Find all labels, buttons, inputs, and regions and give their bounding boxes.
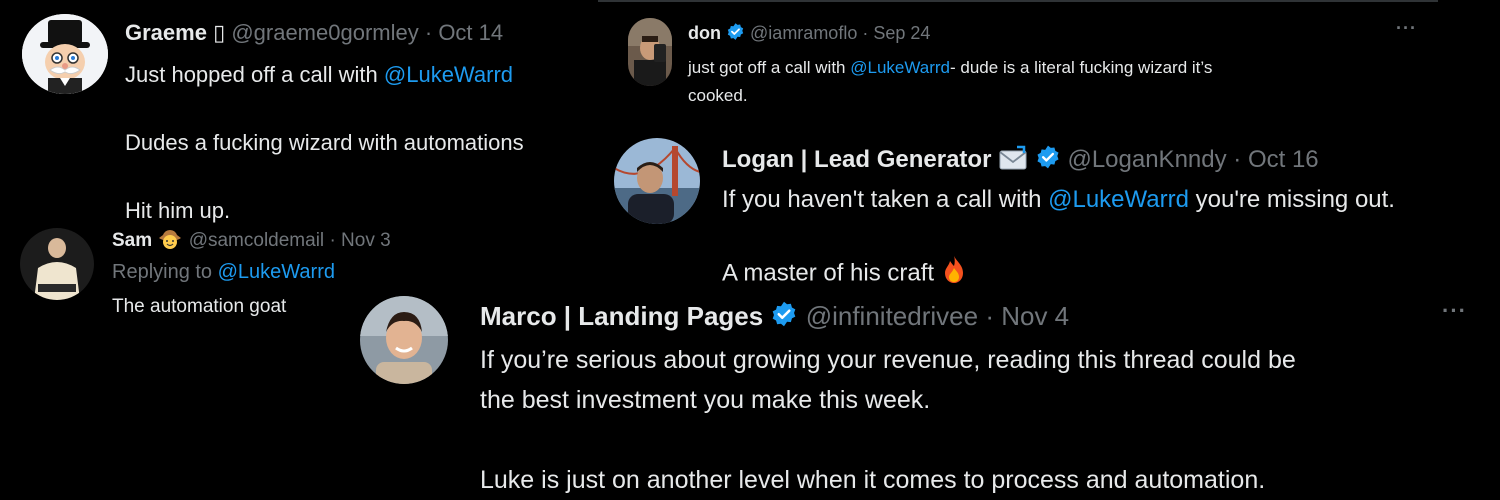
cowboy-emoji-icon bbox=[157, 229, 183, 255]
tweet-body: If you haven't taken a call with @LukeWa… bbox=[722, 182, 1395, 295]
handle[interactable]: @iamramoflo bbox=[750, 23, 857, 43]
tweet-text-line: Hit him up. bbox=[125, 198, 231, 223]
handle[interactable]: @LoganKnndy bbox=[1067, 146, 1226, 173]
monopoly-man-icon bbox=[22, 14, 108, 94]
avatar[interactable] bbox=[22, 14, 108, 94]
timestamp[interactable]: Oct 16 bbox=[1248, 146, 1319, 173]
tweet-text-line: If you’re serious about growing your rev… bbox=[480, 346, 1296, 374]
display-name[interactable]: Marco | Landing Pages bbox=[480, 301, 763, 331]
replying-to-link[interactable]: @LukeWarrd bbox=[218, 261, 335, 283]
separator: · bbox=[329, 230, 336, 252]
separator: · bbox=[1233, 146, 1242, 174]
tweet-header: Sam @samcoldemail · Nov 3 bbox=[112, 229, 391, 255]
avatar[interactable] bbox=[614, 138, 700, 224]
mention-link[interactable]: @LukeWarrd bbox=[1048, 186, 1189, 213]
avatar[interactable] bbox=[20, 228, 94, 300]
name-glyph: ▯ bbox=[213, 20, 226, 45]
mention-link[interactable]: @LukeWarrd bbox=[384, 62, 513, 87]
separator: · bbox=[424, 20, 433, 45]
display-name[interactable]: Graeme bbox=[125, 20, 207, 45]
mention-link[interactable]: @LukeWarrd bbox=[850, 58, 950, 77]
tweet-header: Logan | Lead Generator @LoganKnndy · Oct… bbox=[722, 144, 1319, 178]
tweet-text-line: the best investment you make this week. bbox=[480, 386, 931, 414]
tweet-header: Marco | Landing Pages @infinitedrivee · … bbox=[480, 300, 1069, 335]
tweet-text-line: Luke is just on another level when it co… bbox=[480, 466, 1266, 494]
tweet-card-graeme: Graeme ▯ @graeme0gormley · Oct 14 Just h… bbox=[0, 0, 600, 230]
verified-badge-icon bbox=[770, 300, 798, 335]
tweet-body: just got off a call with @LukeWarrd- dud… bbox=[688, 54, 1212, 110]
tweet-text-line: cooked. bbox=[688, 86, 748, 105]
timestamp[interactable]: Nov 4 bbox=[1001, 301, 1069, 331]
separator: · bbox=[985, 300, 994, 331]
avatar[interactable] bbox=[360, 296, 448, 384]
smiling-man-avatar-icon bbox=[360, 296, 448, 384]
display-name[interactable]: don bbox=[688, 23, 721, 43]
avatar[interactable] bbox=[628, 18, 672, 86]
tweet-card-don: don @iamramoflo · Sep 24 ··· just got of… bbox=[598, 0, 1438, 118]
tweet-card-marco: Marco | Landing Pages @infinitedrivee · … bbox=[340, 290, 1500, 500]
verified-badge-icon bbox=[726, 22, 745, 46]
envelope-icon bbox=[998, 145, 1028, 178]
handle[interactable]: @samcoldemail bbox=[189, 230, 324, 251]
more-options-icon[interactable]: ··· bbox=[1442, 298, 1467, 324]
separator: · bbox=[862, 22, 869, 43]
verified-badge-icon bbox=[1035, 144, 1061, 177]
divider bbox=[598, 0, 1438, 2]
tweet-text-line: A master of his craft bbox=[722, 254, 1395, 295]
display-name[interactable]: Logan | Lead Generator bbox=[722, 146, 991, 173]
more-options-icon[interactable]: ··· bbox=[1396, 18, 1417, 39]
handle[interactable]: @graeme0gormley bbox=[231, 20, 418, 45]
display-name[interactable]: Sam bbox=[112, 230, 152, 251]
selfie-avatar-icon bbox=[628, 18, 672, 86]
timestamp[interactable]: Sep 24 bbox=[873, 23, 930, 43]
fire-icon bbox=[941, 254, 967, 295]
timestamp[interactable]: Nov 3 bbox=[341, 230, 391, 251]
handle[interactable]: @infinitedrivee bbox=[806, 301, 978, 331]
person-avatar-icon bbox=[20, 228, 94, 300]
tweet-text-line: The automation goat bbox=[112, 296, 287, 317]
tweet-body: The automation goat bbox=[112, 294, 286, 320]
tweet-text-line: Dudes a fucking wizard with automations bbox=[125, 130, 524, 155]
replying-to: Replying to @LukeWarrd bbox=[112, 261, 335, 283]
tweet-header: don @iamramoflo · Sep 24 bbox=[688, 22, 930, 46]
tweet-text-line: Just hopped off a call with @LukeWarrd bbox=[125, 62, 514, 87]
tweet-body: Just hopped off a call with @LukeWarrd D… bbox=[125, 58, 524, 228]
tweet-header: Graeme ▯ @graeme0gormley · Oct 14 bbox=[125, 20, 503, 46]
golden-gate-avatar-icon bbox=[614, 138, 700, 224]
timestamp[interactable]: Oct 14 bbox=[438, 20, 503, 45]
tweet-card-logan: Logan | Lead Generator @LoganKnndy · Oct… bbox=[598, 120, 1500, 290]
tweet-body: If you’re serious about growing your rev… bbox=[480, 340, 1296, 500]
tweet-text-line: just got off a call with @LukeWarrd- dud… bbox=[688, 58, 1213, 77]
tweet-text-line: If you haven't taken a call with @LukeWa… bbox=[722, 186, 1395, 213]
